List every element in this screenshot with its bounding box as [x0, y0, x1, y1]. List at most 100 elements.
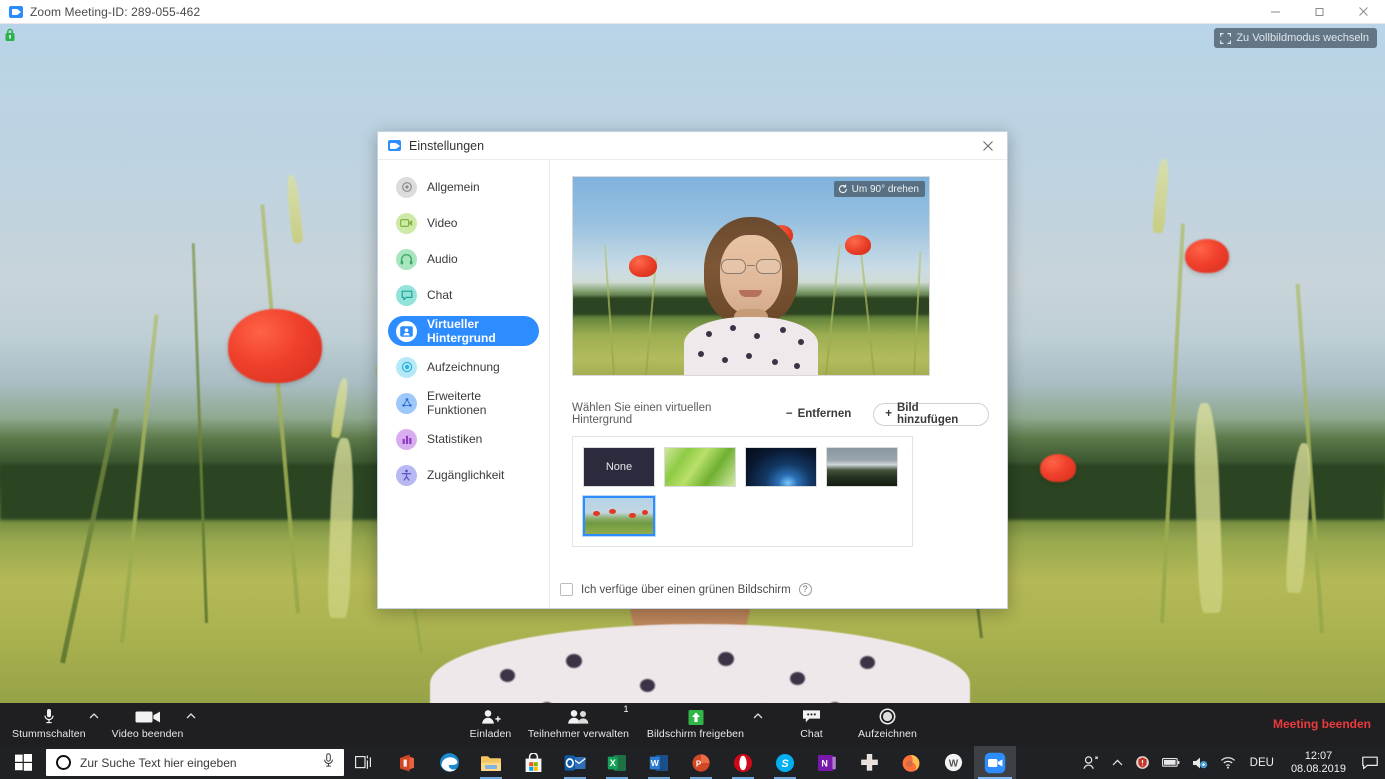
add-image-button[interactable]: + Bild hinzufügen [873, 402, 989, 426]
people-icon[interactable] [1077, 746, 1106, 779]
sidebar-item-statistiken[interactable]: Statistiken [388, 424, 539, 454]
volume-icon[interactable] [1186, 746, 1214, 779]
taskbar-app-edge[interactable] [428, 746, 470, 779]
zoom-control-bar: Stummschalten Video beenden Einladen 1 T… [0, 703, 1385, 746]
taskbar-app-onenote[interactable]: N [806, 746, 848, 779]
help-icon[interactable]: ? [798, 583, 812, 596]
rotate-90-label: Um 90° drehen [851, 183, 919, 195]
search-input[interactable]: Zur Suche Text hier eingeben [80, 756, 323, 770]
clock[interactable]: 12:07 08.08.2019 [1282, 750, 1355, 776]
rotate-90-button[interactable]: Um 90° drehen [833, 181, 925, 197]
window-close-button[interactable] [1341, 0, 1385, 24]
shirt-dot [566, 654, 582, 668]
taskbar-app-firefox[interactable] [890, 746, 932, 779]
action-center-icon[interactable] [1355, 746, 1385, 779]
shirt-dot [730, 325, 736, 331]
end-meeting-button[interactable]: Meeting beenden [1273, 717, 1371, 731]
cortana-icon[interactable] [56, 755, 71, 770]
mute-button[interactable]: Stummschalten [12, 703, 86, 740]
wifi-icon[interactable] [1214, 746, 1242, 779]
audio-options-caret[interactable] [86, 703, 102, 746]
background-thumb-grass[interactable] [664, 447, 736, 487]
participants-icon [567, 707, 591, 726]
taskbar-app-powerpoint[interactable]: P [680, 746, 722, 779]
sidebar-item-video[interactable]: Video [388, 208, 539, 238]
wheat-ear [1151, 158, 1171, 234]
sidebar-item-chat[interactable]: Chat [388, 280, 539, 310]
remove-background-button[interactable]: − Entfernen [786, 408, 851, 420]
taskbar-app-explorer[interactable] [470, 746, 512, 779]
sidebar-item-virtueller-hintergrund[interactable]: Virtueller Hintergrund [388, 316, 539, 346]
medical-cross-icon [860, 754, 878, 771]
task-view-button[interactable] [344, 746, 384, 779]
language-indicator[interactable]: DEU [1242, 757, 1282, 769]
start-button[interactable] [0, 746, 46, 779]
sidebar-label: Statistiken [427, 432, 483, 446]
clock-time: 12:07 [1304, 749, 1333, 762]
skype-icon: S [776, 753, 794, 772]
invite-button[interactable]: Einladen [462, 703, 520, 740]
stop-video-button[interactable]: Video beenden [112, 703, 184, 740]
taskbar-app-skype[interactable]: S [764, 746, 806, 779]
taskbar-app-excel[interactable]: X [596, 746, 638, 779]
taskbar-app-office[interactable] [386, 746, 428, 779]
taskbar-app-word[interactable]: W [638, 746, 680, 779]
zoom-icon [984, 752, 1006, 773]
zoom-controls-left: Stummschalten Video beenden [12, 703, 199, 746]
background-thumb-none[interactable]: None [583, 447, 655, 487]
share-screen-button[interactable]: Bildschirm freigeben [644, 703, 748, 740]
chat-bubble-icon [802, 707, 821, 726]
zoom-controls-center: Einladen 1 Teilnehmer verwalten Bildschi… [462, 703, 924, 746]
sidebar-item-aufzeichnung[interactable]: Aufzeichnung [388, 352, 539, 382]
background-thumb-earth-space[interactable] [745, 447, 817, 487]
shirt-dot [722, 357, 728, 363]
settings-dialog-title: Einstellungen [409, 138, 485, 153]
sidebar-item-audio[interactable]: Audio [388, 244, 539, 274]
taskbar-app-zoom[interactable] [974, 746, 1016, 779]
manage-participants-button[interactable]: 1 Teilnehmer verwalten [520, 703, 638, 740]
window-minimize-button[interactable] [1253, 0, 1297, 24]
wheat-ear [330, 377, 350, 439]
word-icon: W [649, 754, 668, 771]
taskbar-app-opera[interactable] [722, 746, 764, 779]
chevron-up-icon [753, 713, 762, 719]
settings-close-button[interactable] [969, 132, 1007, 160]
poppy-flower [845, 235, 871, 255]
green-screen-checkbox[interactable] [560, 583, 573, 596]
taskbar-app-medical-cross[interactable] [848, 746, 890, 779]
video-options-caret[interactable] [183, 703, 199, 746]
security-shield-icon[interactable] [1129, 746, 1156, 779]
encryption-shield-icon[interactable] [4, 28, 16, 42]
taskbar-search[interactable]: Zur Suche Text hier eingeben [46, 749, 344, 776]
taskbar-app-w-circle[interactable]: W [932, 746, 974, 779]
chat-button[interactable]: Chat [784, 703, 840, 740]
enter-fullscreen-button[interactable]: Zu Vollbildmodus wechseln [1214, 28, 1377, 48]
background-thumb-poppy-field[interactable] [582, 495, 656, 537]
microphone-icon[interactable] [323, 752, 334, 773]
person-frame-icon [396, 320, 417, 342]
sidebar-item-erweiterte-funktionen[interactable]: Erweiterte Funktionen [388, 388, 539, 418]
bar-chart-icon [396, 428, 417, 450]
shirt-dot [640, 679, 655, 692]
grass-blade [1160, 223, 1185, 624]
svg-text:N: N [821, 758, 828, 768]
virtual-background-pane: Um 90° drehen Wählen Sie einen virtuelle… [550, 160, 1007, 608]
window-maximize-button[interactable] [1297, 0, 1341, 24]
person-face [720, 235, 782, 315]
clock-date: 08.08.2019 [1290, 762, 1346, 775]
record-button[interactable]: Aufzeichnen [852, 703, 924, 740]
share-options-caret[interactable] [750, 703, 766, 746]
sidebar-item-zuganglichkeit[interactable]: Zugänglichkeit [388, 460, 539, 490]
taskbar-app-list: X W P S N W [386, 746, 1016, 779]
tray-overflow-chevron-icon[interactable] [1106, 746, 1129, 779]
chat-label: Chat [800, 728, 823, 740]
taskbar-app-outlook[interactable] [554, 746, 596, 779]
taskbar-app-store[interactable] [512, 746, 554, 779]
store-icon [525, 752, 541, 772]
person-glasses [720, 259, 782, 274]
sidebar-item-allgemein[interactable]: Allgemein [388, 172, 539, 202]
background-thumb-mountains[interactable] [826, 447, 898, 487]
green-screen-label[interactable]: Ich verfüge über einen grünen Bildschirm [581, 584, 791, 596]
invite-person-icon [481, 707, 501, 726]
battery-icon[interactable] [1156, 746, 1186, 779]
